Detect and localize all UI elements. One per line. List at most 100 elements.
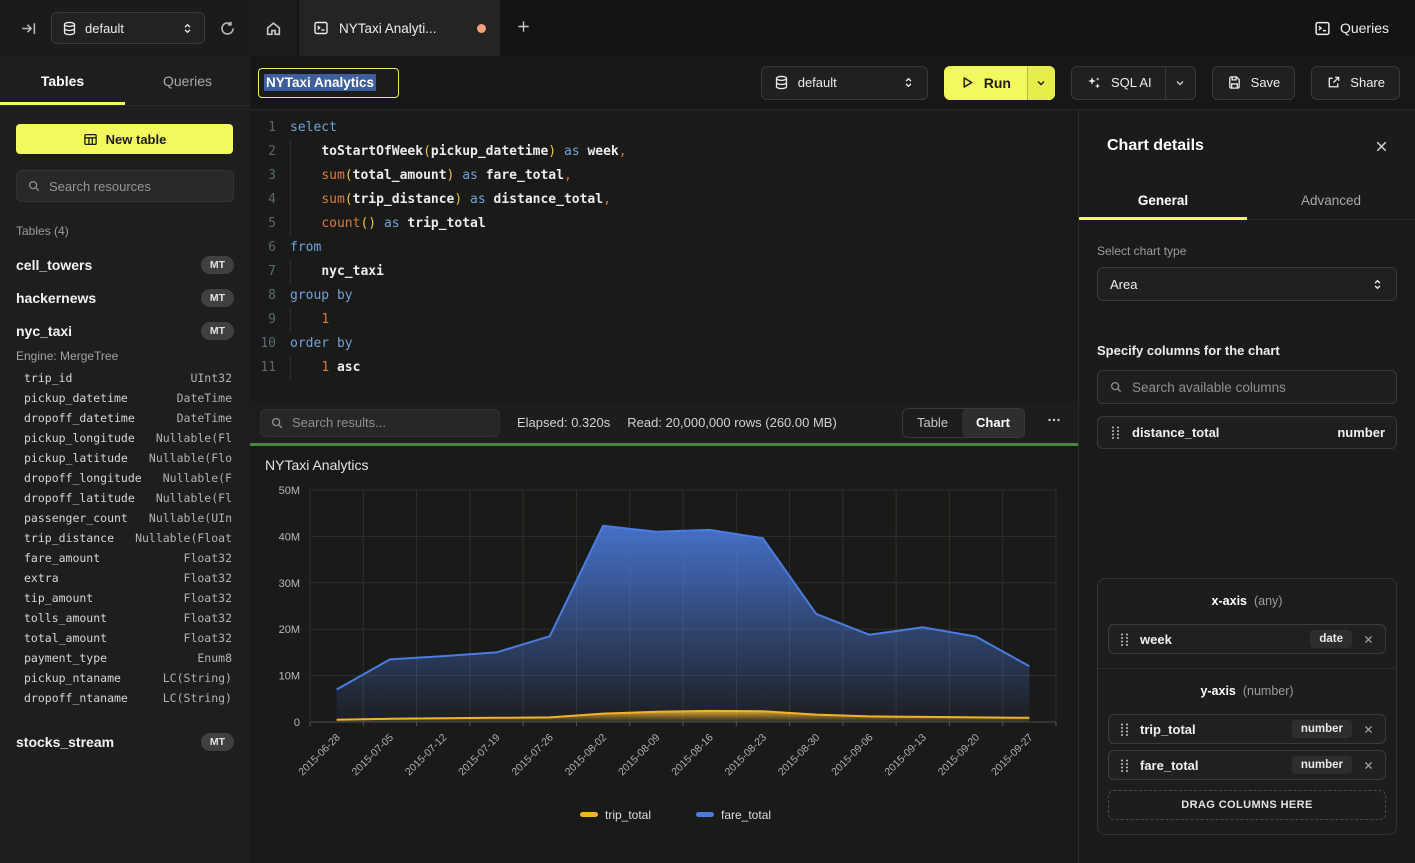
home-icon [265,20,282,37]
sql-ai-caret[interactable] [1165,67,1195,99]
y-tick-label: 30M [279,578,300,590]
table-row-nyc_taxi[interactable]: nyc_taxiMT [0,314,250,347]
run-button[interactable]: Run [944,66,1055,100]
x-axis-item-week[interactable]: weekdate [1108,624,1386,654]
remove-column-button[interactable] [1361,760,1376,771]
query-title-input[interactable]: NYTaxi Analytics [258,68,399,98]
code-token: ( [345,192,353,207]
x-axis-items: weekdate [1108,624,1386,654]
sidebar-tab-queries[interactable]: Queries [125,56,250,105]
code-token [290,168,321,183]
unsaved-dot [477,24,486,33]
drop-zone[interactable]: DRAG COLUMNS HERE [1108,790,1386,820]
table-column-row: pickup_longitudeNullable(Fl [0,431,250,451]
topbar-left: default [0,0,250,56]
query-database-selector[interactable]: default [761,66,928,100]
y-axis-item-fare_total[interactable]: fare_totalnumber [1108,750,1386,780]
column-name: pickup_longitude [24,431,135,451]
chart-type-label: Select chart type [1097,244,1397,258]
new-tab-button[interactable] [500,0,547,56]
column-type: Float32 [184,611,232,631]
y-tick-label: 10M [279,671,300,683]
code-token: sum [321,192,344,207]
y-axis-item-trip_total[interactable]: trip_totalnumber [1108,714,1386,744]
columns-search[interactable] [1097,370,1397,404]
remove-column-button[interactable] [1361,634,1376,645]
table-row-stocks_stream[interactable]: stocks_streamMT [0,725,250,758]
code-token: pickup_datetime [431,144,548,159]
tab-advanced[interactable]: Advanced [1247,182,1415,219]
view-toggle-table[interactable]: Table [903,409,962,437]
view-toggle-chart[interactable]: Chart [962,409,1024,437]
code-token: week [587,144,618,159]
more-options-button[interactable] [1042,412,1066,433]
queries-nav-button[interactable]: Queries [1302,0,1415,56]
sql-ai-button[interactable]: SQL AI [1071,66,1196,100]
columns-search-input[interactable] [1132,380,1385,395]
share-button[interactable]: Share [1311,66,1400,100]
table-column-row: pickup_latitudeNullable(Flo [0,451,250,471]
close-icon [1374,139,1389,154]
resource-search-input[interactable] [49,179,225,194]
results-search-input[interactable] [292,415,490,430]
refresh-icon[interactable] [219,20,236,37]
table-column-row: fare_amountFloat32 [0,551,250,571]
table-column-row: pickup_datetimeDateTime [0,391,250,411]
sql-editor[interactable]: 1select2 toStartOfWeek(pickup_datetime) … [250,110,1078,402]
line-number: 4 [250,188,276,212]
chart-type-select[interactable]: Area [1097,267,1397,301]
save-button[interactable]: Save [1212,66,1296,100]
tables-gap [0,711,250,725]
code-text: order by [290,332,353,356]
remove-column-button[interactable] [1361,724,1376,735]
chevron-updown-icon [1371,278,1384,291]
code-token [462,192,470,207]
close-panel-button[interactable] [1374,139,1389,154]
search-icon [270,416,284,430]
chevron-down-icon [1174,77,1186,89]
axis-column-name: week [1140,632,1172,647]
legend-label-trip_total: trip_total [605,808,651,822]
table-column-row: dropoff_ntanameLC(String) [0,691,250,711]
code-token: distance_total [494,192,604,207]
results-search[interactable] [260,409,500,437]
run-label: Run [984,75,1011,91]
tab-general[interactable]: General [1079,182,1247,219]
column-type: Enum8 [197,651,232,671]
new-table-button[interactable]: New table [16,124,233,154]
run-button-main[interactable]: Run [944,66,1027,100]
table-column-row: trip_idUInt32 [0,371,250,391]
mergetree-badge: MT [201,256,234,274]
area-chart[interactable]: 010M20M30M40M50M2015-06-282015-07-052015… [250,446,1078,863]
drag-handle-icon [1109,425,1122,440]
column-name: dropoff_ntaname [24,691,128,711]
tab-nytaxi-analytics[interactable]: NYTaxi Analyti... [299,0,500,56]
available-column-distance_total[interactable]: distance_totalnumber [1097,416,1397,449]
code-token: , [603,192,611,207]
collapse-sidebar-icon[interactable] [20,20,37,37]
run-options-caret[interactable] [1027,66,1055,100]
home-button[interactable] [250,0,297,56]
query-header: NYTaxi Analytics default Run SQL AI [250,56,1415,110]
code-line-11: 11 1 asc [250,356,1078,380]
sidebar-tab-tables[interactable]: Tables [0,56,125,105]
x-axis-hint: (any) [1254,594,1282,608]
code-token [290,312,321,327]
table-row-hackernews[interactable]: hackernewsMT [0,281,250,314]
share-icon [1326,75,1341,90]
code-line-8: 8group by [250,284,1078,308]
y-tick-label: 0 [294,717,300,729]
drag-handle-icon [1118,758,1131,773]
column-name: pickup_datetime [24,391,128,411]
resource-search[interactable] [16,170,234,202]
line-number: 3 [250,164,276,188]
drag-handle-icon [1118,632,1131,647]
available-columns-list: distance_totalnumber [1097,416,1397,449]
chart-legend[interactable]: trip_totalfare_total [580,808,771,822]
code-token [290,192,321,207]
code-token: as [384,216,400,231]
database-selector[interactable]: default [51,12,205,44]
table-row-cell_towers[interactable]: cell_towersMT [0,248,250,281]
topbar: default NYTaxi Analyti... Queries [0,0,1415,56]
sidebar-tabs: Tables Queries [0,56,250,106]
